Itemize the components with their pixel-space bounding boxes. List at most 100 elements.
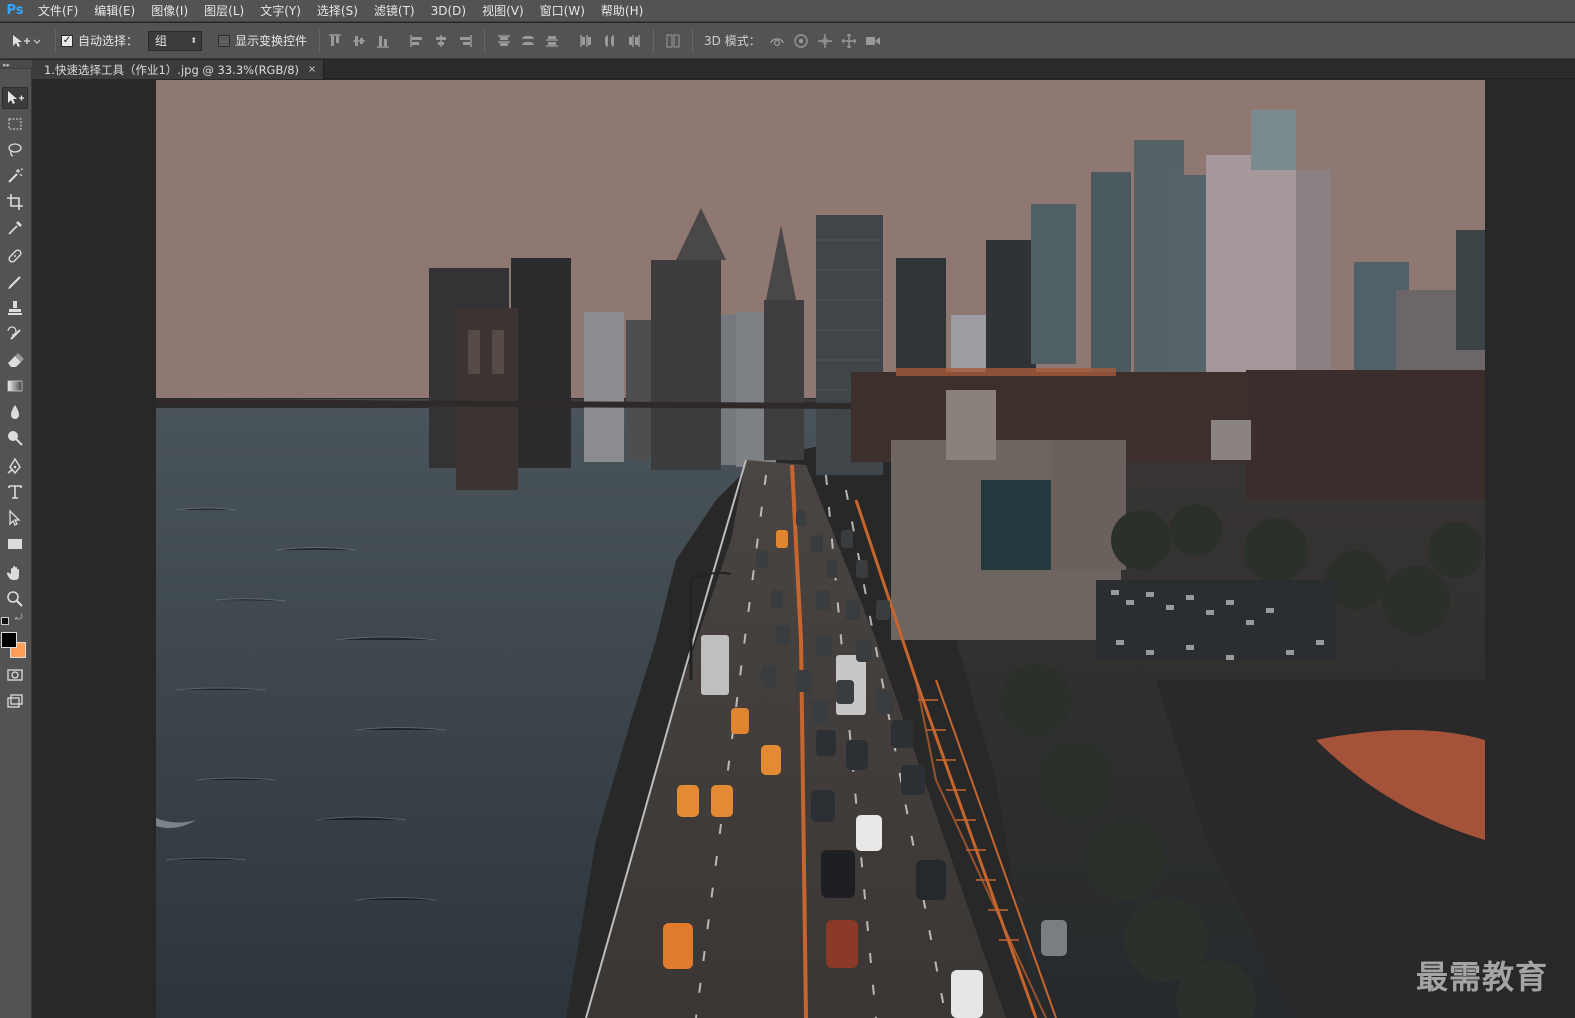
auto-select-dropdown[interactable]: 组 ⬍ [148,30,203,51]
distribute-vertical-centers-button[interactable] [518,31,538,51]
menu-window[interactable]: 窗口(W) [532,0,593,22]
auto-select-checkbox[interactable]: ✓ [61,34,73,47]
align-top-edges-button[interactable] [325,31,345,51]
align-vertical-centers-button[interactable] [349,31,369,51]
blur-tool-icon [11,405,19,419]
brush-tool[interactable] [2,271,28,293]
history-brush-tool[interactable] [2,323,28,345]
screen-mode-button[interactable] [2,691,28,713]
eyedropper-tool-icon [8,221,22,235]
document-tab-bar: 1.快速选择工具（作业1）.jpg @ 33.3%(RGB/8) × [32,60,1575,79]
close-icon[interactable]: × [307,64,317,75]
lasso-tool[interactable] [2,139,28,161]
toolbox-grip[interactable]: ▸▸ [0,60,32,69]
healing-brush-tool[interactable] [2,245,28,267]
align-right-edges-button[interactable] [455,31,475,51]
menu-bar: Ps 文件(F) 编辑(E) 图像(I) 图层(L) 文字(Y) 选择(S) 滤… [0,0,1575,22]
menu-select[interactable]: 选择(S) [309,0,366,22]
eraser-tool[interactable] [2,349,28,371]
auto-select-label: 自动选择： [78,34,139,48]
3d-pan-button[interactable] [815,31,835,51]
menu-file[interactable]: 文件(F) [30,0,86,22]
pen-tool-icon [7,457,21,475]
auto-align-icon [666,34,680,47]
menu-view[interactable]: 视图(V) [474,0,532,22]
3d-mode-buttons [767,31,883,51]
menu-layer[interactable]: 图层(L) [196,0,252,22]
gradient-tool-icon [7,380,23,392]
tool-preset-picker[interactable] [0,27,50,55]
document-canvas[interactable] [156,80,1485,1018]
show-transform-label: 显示变换控件 [235,34,308,48]
dodge-tool-icon [8,431,23,446]
gradient-tool[interactable] [2,375,28,397]
zoom-tool[interactable] [2,588,28,610]
crop-tool[interactable] [2,191,28,213]
distribute-top-icon [498,35,511,46]
quick-selection-tool-icon [8,168,23,183]
distribute-left-button[interactable] [576,31,596,51]
marquee-tool[interactable] [2,113,28,135]
toolbox: ▸▸ ⤾ [0,60,32,1018]
quick-mask-button[interactable] [2,664,28,686]
menu-image[interactable]: 图像(I) [143,0,196,22]
separator [692,28,694,53]
quick-mask-icon [7,669,23,681]
clone-stamp-tool[interactable] [2,297,28,319]
zoom-tool-icon [7,591,23,607]
3d-rotate-button[interactable] [767,31,787,51]
document-tab[interactable]: 1.快速选择工具（作业1）.jpg @ 33.3%(RGB/8) × [32,60,325,79]
type-tool[interactable] [2,481,28,503]
distribute-right-button[interactable] [624,31,644,51]
3d-scale-button[interactable] [863,31,883,51]
hand-tool[interactable] [2,562,28,584]
move-tool[interactable] [2,87,28,109]
eyedropper-tool[interactable] [2,217,28,239]
document-tab-title: 1.快速选择工具（作业1）.jpg @ 33.3%(RGB/8) [44,62,300,77]
3d-slide-button[interactable] [839,31,859,51]
shape-tool[interactable] [2,533,28,555]
distribute-horizontal-centers-button[interactable] [600,31,620,51]
distribute-middle-icon [522,35,535,45]
separator [319,28,321,53]
clone-stamp-tool-icon [8,301,22,315]
distribute-top-button[interactable] [494,31,514,51]
auto-select-value: 组 [155,34,168,48]
screen-mode-icon [7,694,23,708]
align-horizontal-centers-button[interactable] [431,31,451,51]
3d-rotate-icon [770,37,784,46]
quick-selection-tool[interactable] [2,165,28,187]
distribute-bottom-button[interactable] [542,31,562,51]
photoshop-window: Ps 文件(F) 编辑(E) 图像(I) 图层(L) 文字(Y) 选择(S) 滤… [0,0,1575,1018]
menu-edit[interactable]: 编辑(E) [86,0,143,22]
crop-tool-icon [7,194,23,210]
menu-3d[interactable]: 3D(D) [423,0,474,22]
3d-camera-icon [865,36,880,45]
default-colors-icon[interactable] [1,617,9,625]
auto-align-layers-button[interactable] [663,31,683,51]
separator [484,28,486,53]
show-transform-checkbox[interactable] [218,34,231,47]
align-left-edges-button[interactable] [407,31,427,51]
menu-filter[interactable]: 滤镜(T) [366,0,423,22]
pen-tool[interactable] [2,455,28,477]
menu-type[interactable]: 文字(Y) [252,0,309,22]
blur-tool[interactable] [2,401,28,423]
3d-pan-icon [817,33,832,48]
align-middle-icon [353,35,366,46]
dodge-tool[interactable] [2,427,28,449]
align-top-icon [329,34,342,46]
3d-roll-button[interactable] [791,31,811,51]
options-bar: ✓ 自动选择： 组 ⬍ 显示变换控件 3D 模式： [0,23,1575,59]
path-selection-tool[interactable] [2,507,28,529]
collapse-arrow-icon: ▸▸ [3,61,11,69]
foreground-color-swatch[interactable] [1,632,17,648]
align-bottom-icon [377,35,390,47]
swap-colors-icon[interactable]: ⤾ [15,613,23,623]
align-bottom-edges-button[interactable] [373,31,393,51]
canvas-workspace[interactable] [33,80,1575,1018]
menu-help[interactable]: 帮助(H) [593,0,651,22]
align-left-icon [410,34,423,47]
align-right-icon [460,34,472,47]
distribute-bottom-icon [546,35,559,46]
